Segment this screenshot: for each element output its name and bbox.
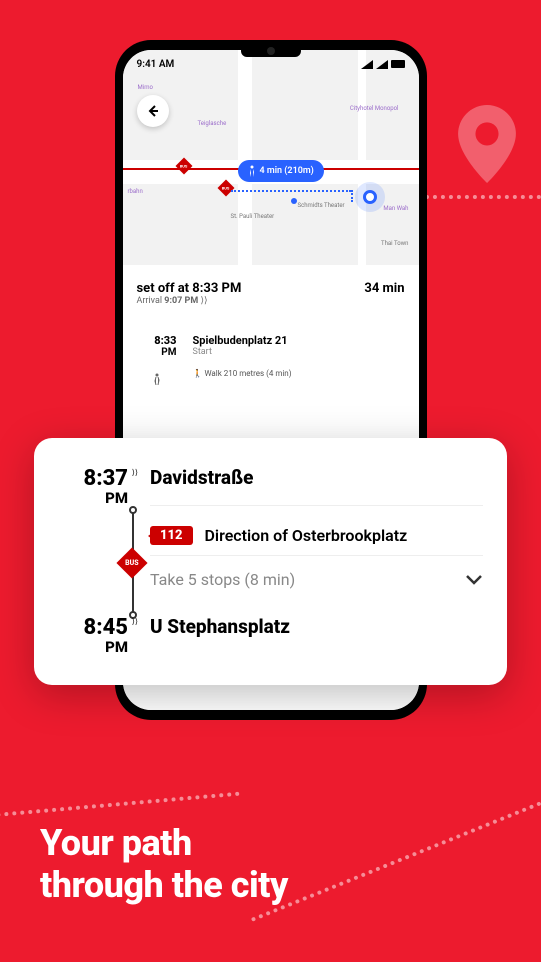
- set-off-time: set off at 8:33 PM: [137, 281, 242, 296]
- route-step: 8:33 PM Spielbudenplatz 21 Start 🚶 Walk …: [137, 334, 405, 389]
- map-poi-label: St. Pauli Theater: [231, 213, 275, 220]
- decorative-path: [251, 798, 541, 922]
- walk-instruction: 🚶 Walk 210 metres (4 min): [193, 369, 405, 378]
- bus-line-row: 112 Direction of Osterbrookplatz: [150, 505, 483, 555]
- map-poi-label: Schmidts Theater: [298, 202, 345, 209]
- map-view[interactable]: Mimo Teiglasche rbahn Cityhotel Monopol …: [123, 50, 419, 265]
- stops-expand-row[interactable]: Take 5 stops (8 min): [150, 555, 483, 609]
- tagline: Your path through the city: [40, 823, 288, 906]
- walk-icon: [153, 373, 161, 385]
- map-poi-label: Man Wah: [383, 205, 408, 212]
- chevron-down-icon: [465, 574, 483, 586]
- location-pin-icon: [458, 105, 516, 183]
- route-overlay-card: BUS 8:37⟩⟩ PM Davidstraße 112 Direction …: [34, 438, 507, 685]
- battery-icon: [391, 60, 405, 68]
- arrival-info: Arrival 9:07 PM ⟩⟩: [137, 296, 242, 306]
- step-location: Spielbudenplatz 21: [193, 334, 405, 347]
- map-poi-label: Cityhotel Monopol: [350, 105, 399, 112]
- line-direction: Direction of Osterbrookplatz: [205, 526, 408, 545]
- signal-icon: [361, 60, 373, 69]
- map-poi-label: Teiglasche: [198, 120, 227, 127]
- arrival-time: 8:45: [84, 615, 128, 640]
- departure-time: 8:37: [84, 466, 128, 491]
- decorative-path: [0, 792, 240, 819]
- back-button[interactable]: [137, 95, 169, 127]
- current-location-marker: [363, 190, 377, 204]
- map-poi-label: rbahn: [128, 188, 143, 195]
- stops-count: Take 5 stops (8 min): [150, 570, 295, 589]
- arrow-left-icon: [145, 103, 161, 119]
- live-icon: ⟩⟩: [132, 468, 138, 477]
- walk-icon: [248, 165, 256, 177]
- walk-duration-pill: 4 min (210m): [238, 160, 324, 182]
- trip-duration: 34 min: [364, 281, 404, 296]
- live-icon: ⟩⟩: [132, 617, 138, 626]
- line-number-badge: 112: [150, 526, 193, 545]
- stop-name: Davidstraße: [150, 466, 483, 489]
- map-poi-label: Thai Town: [381, 240, 409, 247]
- step-label: Start: [193, 347, 405, 357]
- stop-name: U Stephansplatz: [150, 615, 483, 638]
- map-poi-label: Mimo: [138, 84, 153, 91]
- status-time: 9:41 AM: [137, 59, 175, 70]
- wifi-icon: [376, 60, 388, 69]
